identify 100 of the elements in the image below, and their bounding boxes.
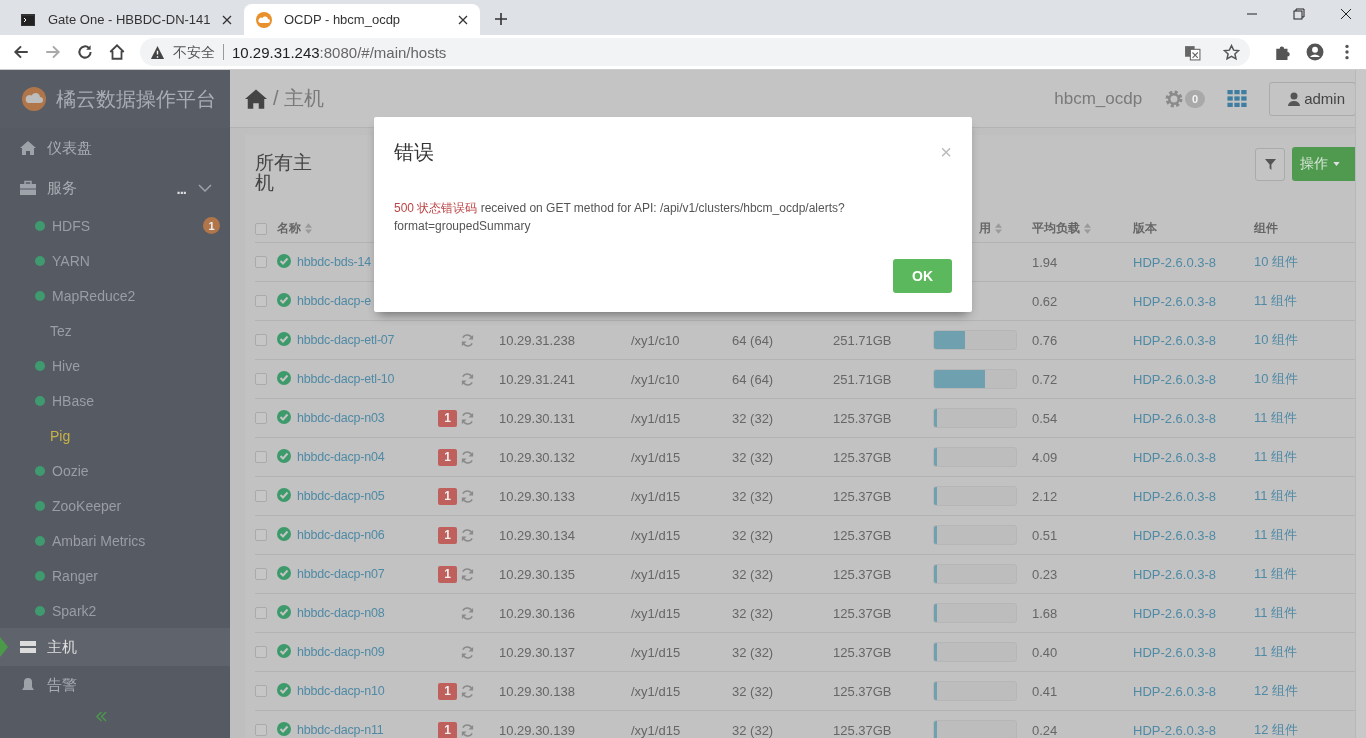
row-checkbox[interactable]: [255, 451, 267, 463]
row-checkbox[interactable]: [255, 373, 267, 385]
user-menu-button[interactable]: admin: [1269, 81, 1356, 116]
components-link[interactable]: 11 组件: [1254, 409, 1356, 427]
service-item[interactable]: Spark2: [0, 593, 230, 628]
close-icon[interactable]: [1340, 8, 1352, 20]
service-item[interactable]: Pig: [0, 418, 230, 453]
host-link[interactable]: hbbdc-dacp-n11: [297, 723, 435, 737]
close-button[interactable]: ×: [940, 140, 952, 164]
host-link[interactable]: hbbdc-dacp-n09: [297, 645, 435, 659]
version-link[interactable]: HDP-2.6.0.3-8: [1133, 293, 1254, 309]
components-link[interactable]: 11 组件: [1254, 565, 1356, 583]
components-link[interactable]: 12 组件: [1254, 721, 1356, 738]
service-item[interactable]: Oozie: [0, 453, 230, 488]
host-link[interactable]: hbbdc-dacp-n10: [297, 684, 435, 698]
service-item[interactable]: ZooKeeper: [0, 488, 230, 523]
components-link[interactable]: 11 组件: [1254, 448, 1356, 466]
sidebar-item[interactable]: 仪表盘: [0, 128, 230, 168]
row-checkbox[interactable]: [255, 724, 267, 736]
version-link[interactable]: HDP-2.6.0.3-8: [1133, 527, 1254, 543]
home-icon[interactable]: [108, 43, 126, 61]
host-link[interactable]: hbbdc-dacp-n03: [297, 411, 435, 425]
version-link[interactable]: HDP-2.6.0.3-8: [1133, 332, 1254, 348]
settings-icon[interactable]: [1164, 88, 1185, 109]
components-link[interactable]: 12 组件: [1254, 682, 1356, 700]
service-item[interactable]: Tez: [0, 313, 230, 348]
host-link[interactable]: hbbdc-dacp-etl-07: [297, 333, 435, 347]
refresh-icon[interactable]: [460, 644, 475, 660]
version-link[interactable]: HDP-2.6.0.3-8: [1133, 449, 1254, 465]
refresh-icon[interactable]: [460, 722, 475, 738]
version-link[interactable]: HDP-2.6.0.3-8: [1133, 488, 1254, 504]
row-checkbox[interactable]: [255, 607, 267, 619]
row-checkbox[interactable]: [255, 256, 267, 268]
new-tab-icon[interactable]: [494, 12, 508, 26]
version-link[interactable]: HDP-2.6.0.3-8: [1133, 371, 1254, 387]
service-item[interactable]: HBase: [0, 383, 230, 418]
service-item[interactable]: YARN: [0, 243, 230, 278]
version-link[interactable]: HDP-2.6.0.3-8: [1133, 254, 1254, 270]
forward-icon[interactable]: [44, 43, 62, 61]
version-link[interactable]: HDP-2.6.0.3-8: [1133, 644, 1254, 660]
scrollbar[interactable]: [1355, 70, 1366, 738]
filter-button[interactable]: [1255, 148, 1285, 181]
version-link[interactable]: HDP-2.6.0.3-8: [1133, 722, 1254, 738]
refresh-icon[interactable]: [460, 371, 475, 387]
version-link[interactable]: HDP-2.6.0.3-8: [1133, 410, 1254, 426]
star-icon[interactable]: [1223, 43, 1240, 61]
components-link[interactable]: 11 组件: [1254, 604, 1356, 622]
refresh-icon[interactable]: [460, 449, 475, 465]
version-link[interactable]: HDP-2.6.0.3-8: [1133, 683, 1254, 699]
refresh-icon[interactable]: [460, 683, 475, 699]
refresh-icon[interactable]: [460, 527, 475, 543]
host-link[interactable]: hbbdc-dacp-n06: [297, 528, 435, 542]
row-checkbox[interactable]: [255, 568, 267, 580]
browser-tab[interactable]: Gate One - HBBDC-DN-141: [8, 4, 244, 35]
sort-icon[interactable]: [995, 222, 1002, 235]
actions-button[interactable]: 操作: [1292, 147, 1356, 181]
select-all-checkbox[interactable]: [255, 222, 267, 235]
sort-icon[interactable]: [1084, 222, 1091, 235]
host-link[interactable]: hbbdc-dacp-n07: [297, 567, 435, 581]
components-link[interactable]: 10 组件: [1254, 370, 1356, 388]
apps-grid-icon[interactable]: [1227, 90, 1248, 107]
close-icon[interactable]: [222, 14, 232, 25]
service-item[interactable]: Hive: [0, 348, 230, 383]
service-item[interactable]: Ambari Metrics: [0, 523, 230, 558]
refresh-icon[interactable]: [460, 605, 475, 621]
sidebar-item[interactable]: 告警: [0, 666, 230, 704]
home-icon[interactable]: [245, 87, 267, 110]
components-link[interactable]: 11 组件: [1254, 526, 1356, 544]
service-item[interactable]: MapReduce2: [0, 278, 230, 313]
components-link[interactable]: 11 组件: [1254, 292, 1356, 310]
service-item[interactable]: HDFS 1: [0, 208, 230, 243]
column-header[interactable]: 版本: [1133, 220, 1254, 237]
browser-tab[interactable]: OCDP - hbcm_ocdp: [244, 4, 480, 35]
translate-icon[interactable]: [1184, 43, 1201, 61]
row-checkbox[interactable]: [255, 334, 267, 346]
sidebar-item[interactable]: 主机: [0, 628, 230, 666]
reload-icon[interactable]: [76, 43, 94, 61]
back-icon[interactable]: [12, 43, 30, 61]
collapse-icon[interactable]: [94, 710, 108, 722]
column-header[interactable]: 用: [933, 220, 1032, 237]
refresh-icon[interactable]: [460, 566, 475, 582]
components-link[interactable]: 10 组件: [1254, 253, 1356, 271]
row-checkbox[interactable]: [255, 412, 267, 424]
account-icon[interactable]: [1306, 43, 1324, 61]
version-link[interactable]: HDP-2.6.0.3-8: [1133, 605, 1254, 621]
refresh-icon[interactable]: [460, 332, 475, 348]
row-checkbox[interactable]: [255, 646, 267, 658]
restore-icon[interactable]: [1293, 8, 1305, 20]
row-checkbox[interactable]: [255, 685, 267, 697]
components-link[interactable]: 11 组件: [1254, 643, 1356, 661]
sort-icon[interactable]: [305, 222, 312, 235]
sidebar-item[interactable]: 服务 ...: [0, 168, 230, 208]
host-link[interactable]: hbbdc-dacp-n05: [297, 489, 435, 503]
host-link[interactable]: hbbdc-dacp-n08: [297, 606, 435, 620]
service-item[interactable]: Ranger: [0, 558, 230, 593]
version-link[interactable]: HDP-2.6.0.3-8: [1133, 566, 1254, 582]
chevron-down-icon[interactable]: [198, 184, 212, 192]
row-checkbox[interactable]: [255, 529, 267, 541]
column-header[interactable]: 平均负载: [1032, 220, 1133, 237]
host-link[interactable]: hbbdc-dacp-n04: [297, 450, 435, 464]
